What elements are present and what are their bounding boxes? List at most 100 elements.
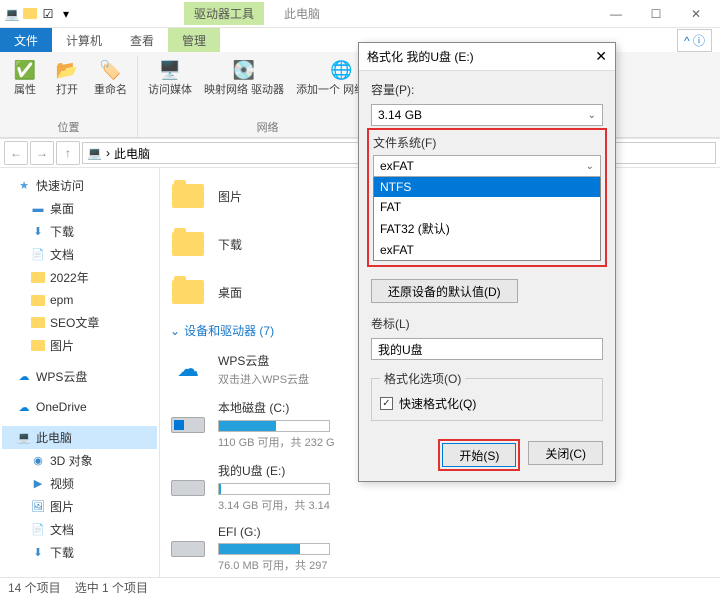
drive-icon [171,417,205,433]
item-efi[interactable]: EFI (G:)76.0 MB 可用，共 297 [168,519,712,577]
checkbox-icon: ✓ [380,397,393,410]
filesystem-label: 文件系统(F) [373,134,601,151]
add-network-icon: 🌐 [330,58,354,82]
help-button[interactable]: ^ ⓘ [677,29,712,52]
filesystem-select[interactable]: exFAT⌄ [373,155,601,177]
capacity-label: 容量(P): [371,81,603,98]
dropdown-icon[interactable]: ▾ [58,6,74,22]
ribbon-group-location: ✅属性 📂打开 🏷️重命名 位置 [0,56,138,137]
download-icon: ⬇ [30,545,46,561]
tree-documents2[interactable]: 📄文档 [2,518,157,541]
group-label-location: 位置 [58,119,80,135]
fs-option-fat[interactable]: FAT [374,197,600,217]
chevron-down-icon: ⌄ [588,110,596,121]
format-options-fieldset: 格式化选项(O) ✓ 快速格式化(Q) [371,370,603,421]
download-icon: ⬇ [30,224,46,240]
tree-3d-objects[interactable]: ◉3D 对象 [2,449,157,472]
doc-icon: 📄 [30,247,46,263]
tree-quick-access[interactable]: ★快速访问 [2,174,157,197]
status-bar: 14 个项目 选中 1 个项目 [0,577,720,597]
pc-icon: 💻 [16,430,32,446]
back-button[interactable]: ← [4,141,28,165]
tree-epm[interactable]: epm [2,289,157,311]
star-icon: ★ [16,178,32,194]
rename-button[interactable]: 🏷️重命名 [90,56,131,99]
drive-tools-tab[interactable]: 驱动器工具 [184,2,264,25]
format-dialog: 格式化 我的U盘 (E:) ✕ 容量(P): 3.14 GB⌄ 文件系统(F) … [358,42,616,482]
maximize-button[interactable]: ☐ [636,0,676,28]
pictures-icon: 🖼 [30,499,46,515]
folder-icon [30,315,46,331]
navigation-tree[interactable]: ★快速访问 ▬桌面 ⬇下载 📄文档 2022年 epm SEO文章 图片 ☁WP… [0,168,160,577]
desktop-icon: ▬ [30,201,46,217]
format-options-legend: 格式化选项(O) [380,370,465,387]
tree-downloads2[interactable]: ⬇下载 [2,541,157,564]
folder-icon [30,338,46,354]
map-network-button[interactable]: 💽映射网络 驱动器 [200,56,288,99]
doc-icon: 📄 [30,522,46,538]
cloud-icon: ☁ [170,351,206,387]
folder-icon[interactable] [22,6,38,22]
folder-icon [30,270,46,286]
minimize-button[interactable]: — [596,0,636,28]
tab-view[interactable]: 查看 [116,28,168,52]
tree-documents[interactable]: 📄文档 [2,243,157,266]
tree-wpscloud[interactable]: ☁WPS云盘 [2,365,157,388]
title-bar: 💻 ☑ ▾ 驱动器工具 此电脑 — ☐ ✕ [0,0,720,28]
start-button[interactable]: 开始(S) [442,443,516,467]
access-media-button[interactable]: 🖥️访问媒体 [144,56,196,99]
cloud-icon: ☁ [16,369,32,385]
dialog-title: 格式化 我的U盘 (E:) [367,48,474,65]
fs-option-fat32[interactable]: FAT32 (默认) [374,217,600,240]
volume-input[interactable]: 我的U盘 [371,338,603,360]
chevron-down-icon: ⌄ [586,161,594,172]
window-buttons: — ☐ ✕ [596,0,716,28]
close-button[interactable]: ✕ [676,0,716,28]
folder-icon [172,184,204,208]
capacity-select[interactable]: 3.14 GB⌄ [371,104,603,126]
3d-icon: ◉ [30,453,46,469]
tree-onedrive[interactable]: ☁OneDrive [2,396,157,418]
checkbox-icon[interactable]: ☑ [40,6,56,22]
fs-option-exfat[interactable]: exFAT [374,240,600,260]
pc-icon: 💻 [87,146,102,160]
forward-button[interactable]: → [30,141,54,165]
tree-seo[interactable]: SEO文章 [2,311,157,334]
folder-icon [172,232,204,256]
tree-pictures[interactable]: 图片 [2,334,157,357]
status-count: 14 个项目 [8,579,61,596]
properties-button[interactable]: ✅属性 [6,56,44,99]
filesystem-highlight: 文件系统(F) exFAT⌄ NTFS FAT FAT32 (默认) exFAT [367,128,607,267]
drive-icon [171,541,205,557]
tab-manage[interactable]: 管理 [168,28,220,52]
restore-defaults-button[interactable]: 还原设备的默认值(D) [371,279,518,303]
dialog-close-button[interactable]: ✕ [595,48,607,65]
folder-icon [172,280,204,304]
tab-computer[interactable]: 计算机 [52,28,116,52]
path-segment[interactable]: 此电脑 [114,145,150,162]
tab-file[interactable]: 文件 [0,28,52,52]
open-button[interactable]: 📂打开 [48,56,86,99]
tree-pictures2[interactable]: 🖼图片 [2,495,157,518]
app-icon: 💻 [4,6,20,22]
tree-downloads[interactable]: ⬇下载 [2,220,157,243]
group-label-network: 网络 [257,119,279,135]
up-button[interactable]: ↑ [56,141,80,165]
filesystem-dropdown: NTFS FAT FAT32 (默认) exFAT [373,176,601,261]
dialog-titlebar: 格式化 我的U盘 (E:) ✕ [359,43,615,71]
drive-icon [171,480,205,496]
chevron-down-icon: ⌄ [170,324,180,338]
tree-video[interactable]: ▶视频 [2,472,157,495]
open-icon: 📂 [55,58,79,82]
status-selected: 选中 1 个项目 [75,579,148,596]
fs-option-ntfs[interactable]: NTFS [374,177,600,197]
folder-icon [30,292,46,308]
tree-thispc[interactable]: 💻此电脑 [2,426,157,449]
close-dialog-button[interactable]: 关闭(C) [528,441,603,465]
tree-desktop[interactable]: ▬桌面 [2,197,157,220]
rename-icon: 🏷️ [99,58,123,82]
media-icon: 🖥️ [158,58,182,82]
tree-2022[interactable]: 2022年 [2,266,157,289]
window-title: 此电脑 [284,5,320,22]
quick-format-checkbox[interactable]: ✓ 快速格式化(Q) [380,395,594,412]
